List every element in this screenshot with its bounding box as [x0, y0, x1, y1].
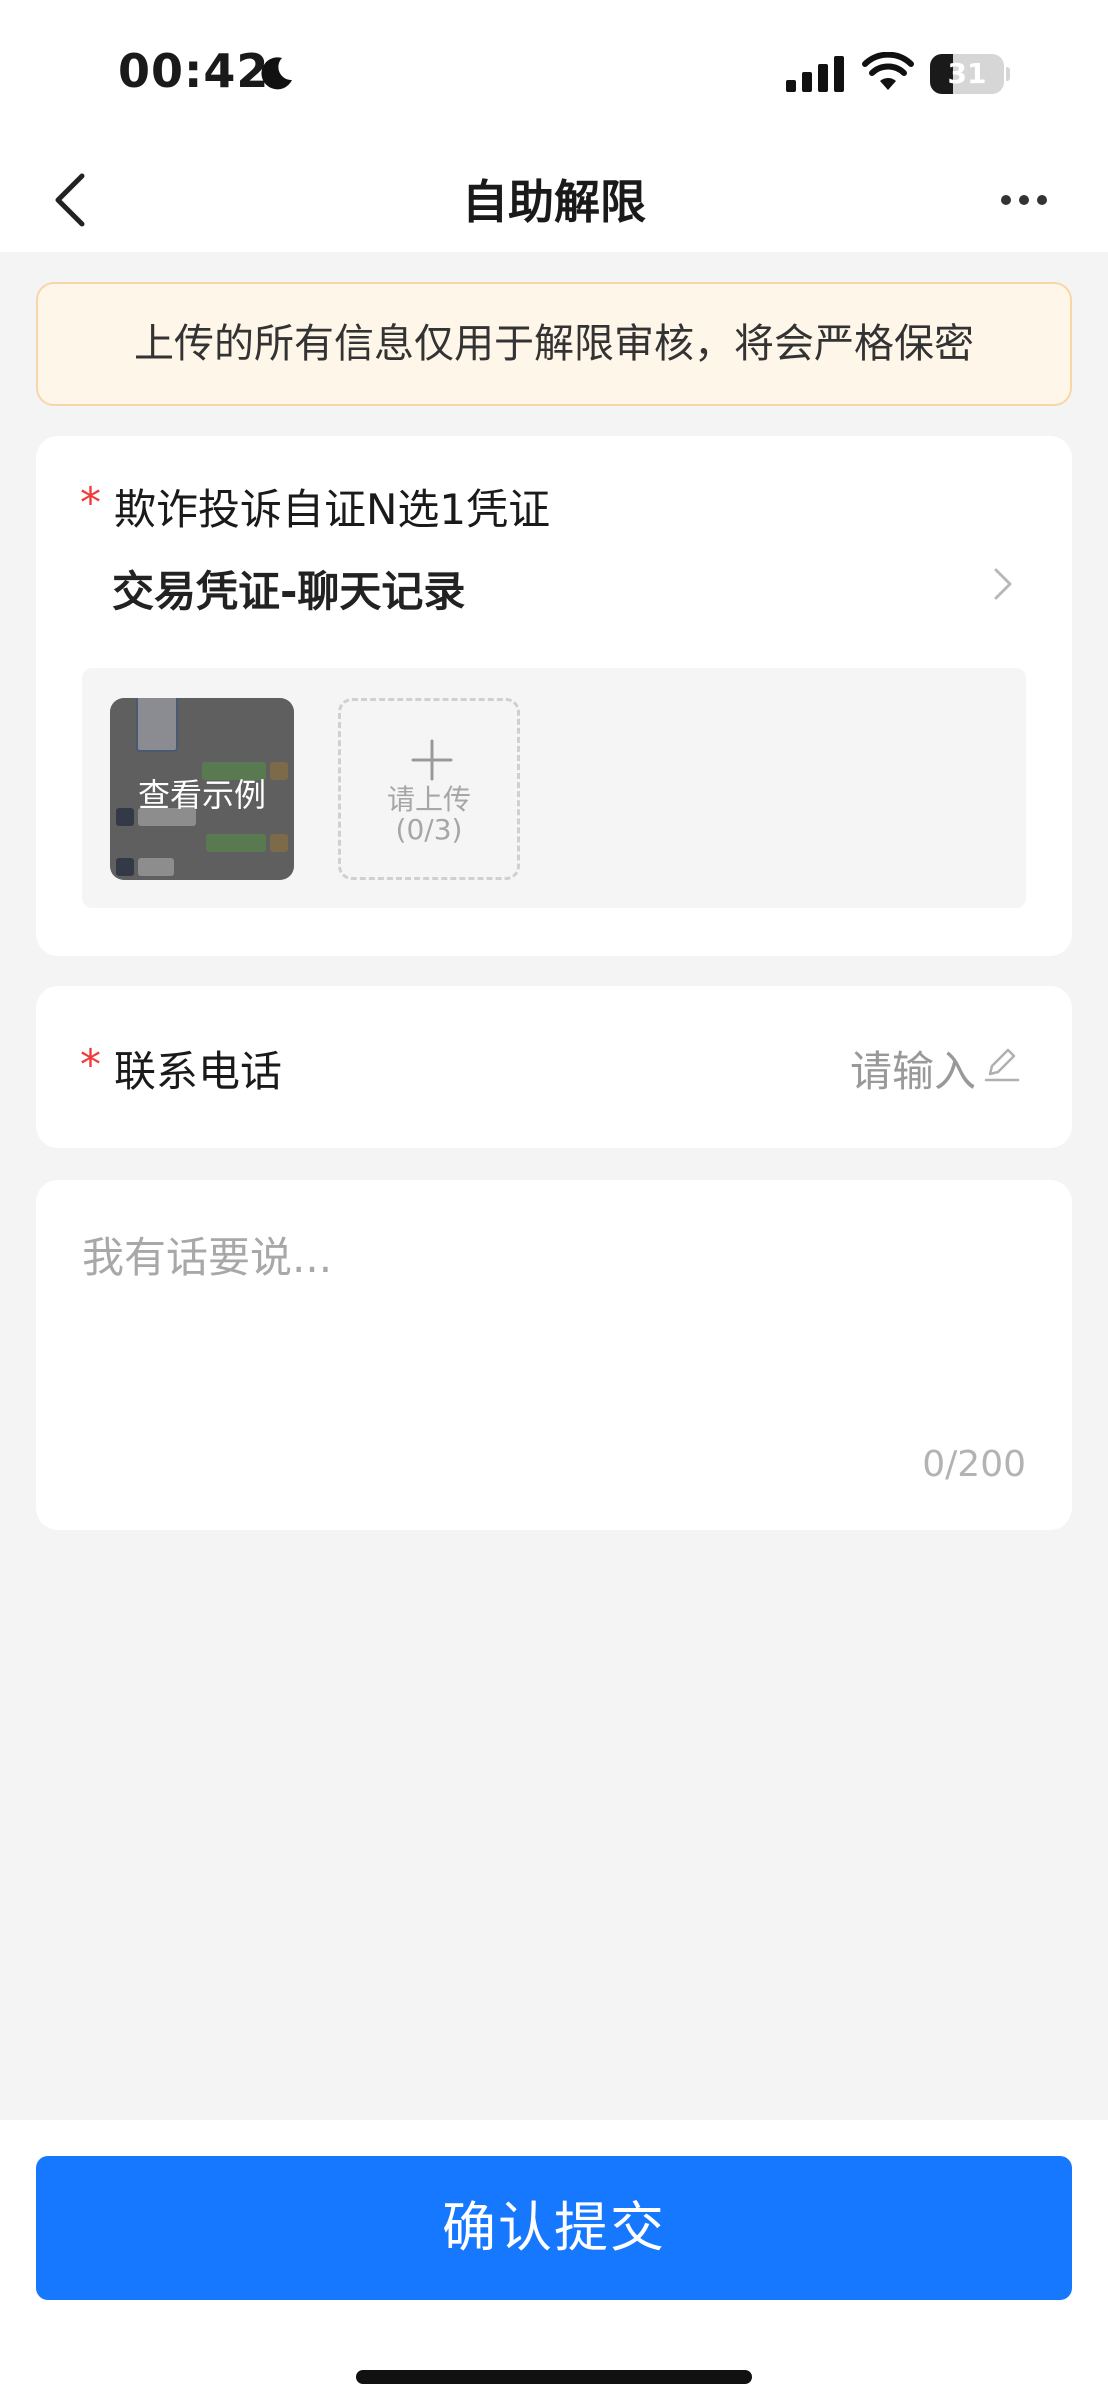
upload-button[interactable]: 请上传 (0/3): [338, 698, 520, 880]
home-indicator: [356, 2370, 752, 2384]
battery-tip: [1006, 67, 1010, 81]
wifi-icon: [862, 52, 914, 90]
evidence-type-selector[interactable]: 交易凭证-聊天记录: [112, 558, 465, 619]
remark-char-count: 0/200: [922, 1444, 1026, 1485]
submit-button[interactable]: 确认提交: [36, 2156, 1072, 2300]
battery-body: 31: [930, 54, 1004, 94]
required-mark: *: [80, 478, 101, 527]
required-mark: *: [80, 1040, 101, 1089]
more-dots-icon[interactable]: [996, 178, 1056, 222]
signal-icon: [786, 56, 844, 92]
upload-count: (0/3): [395, 813, 463, 846]
upload-area: 查看示例 请上传 (0/3): [82, 668, 1026, 908]
chevron-right-icon[interactable]: [992, 564, 1016, 604]
status-time: 00:42: [118, 44, 270, 98]
nav-bar: 自助解限: [0, 148, 1108, 252]
example-thumbnail[interactable]: 查看示例: [110, 698, 294, 880]
edit-icon: [984, 1048, 1020, 1082]
page-title: 自助解限: [462, 175, 646, 229]
upload-text: 请上传 (0/3): [341, 785, 517, 845]
battery-icon: 31: [930, 54, 1010, 94]
status-bar: 00:42 31: [0, 0, 1108, 148]
bottom-bar: 确认提交: [0, 2120, 1108, 2400]
phone-input[interactable]: 请输入: [850, 1038, 976, 1099]
plus-icon: [411, 739, 453, 781]
battery-level: 31: [947, 57, 987, 90]
remark-card: 我有话要说... 0/200: [36, 1180, 1072, 1530]
example-label: 查看示例: [137, 776, 266, 814]
phone-card: * 联系电话 请输入: [36, 986, 1072, 1148]
evidence-label: 欺诈投诉自证N选1凭证: [114, 485, 551, 534]
privacy-notice: 上传的所有信息仅用于解限审核，将会严格保密: [36, 282, 1072, 406]
remark-textarea[interactable]: 我有话要说...: [82, 1224, 1022, 1444]
upload-label: 请上传: [386, 783, 471, 816]
moon-icon: [261, 57, 292, 90]
phone-label: 联系电话: [114, 1047, 283, 1096]
evidence-card: * 欺诈投诉自证N选1凭证 交易凭证-聊天记录 查看示例 请上传 (0/3): [36, 436, 1072, 956]
